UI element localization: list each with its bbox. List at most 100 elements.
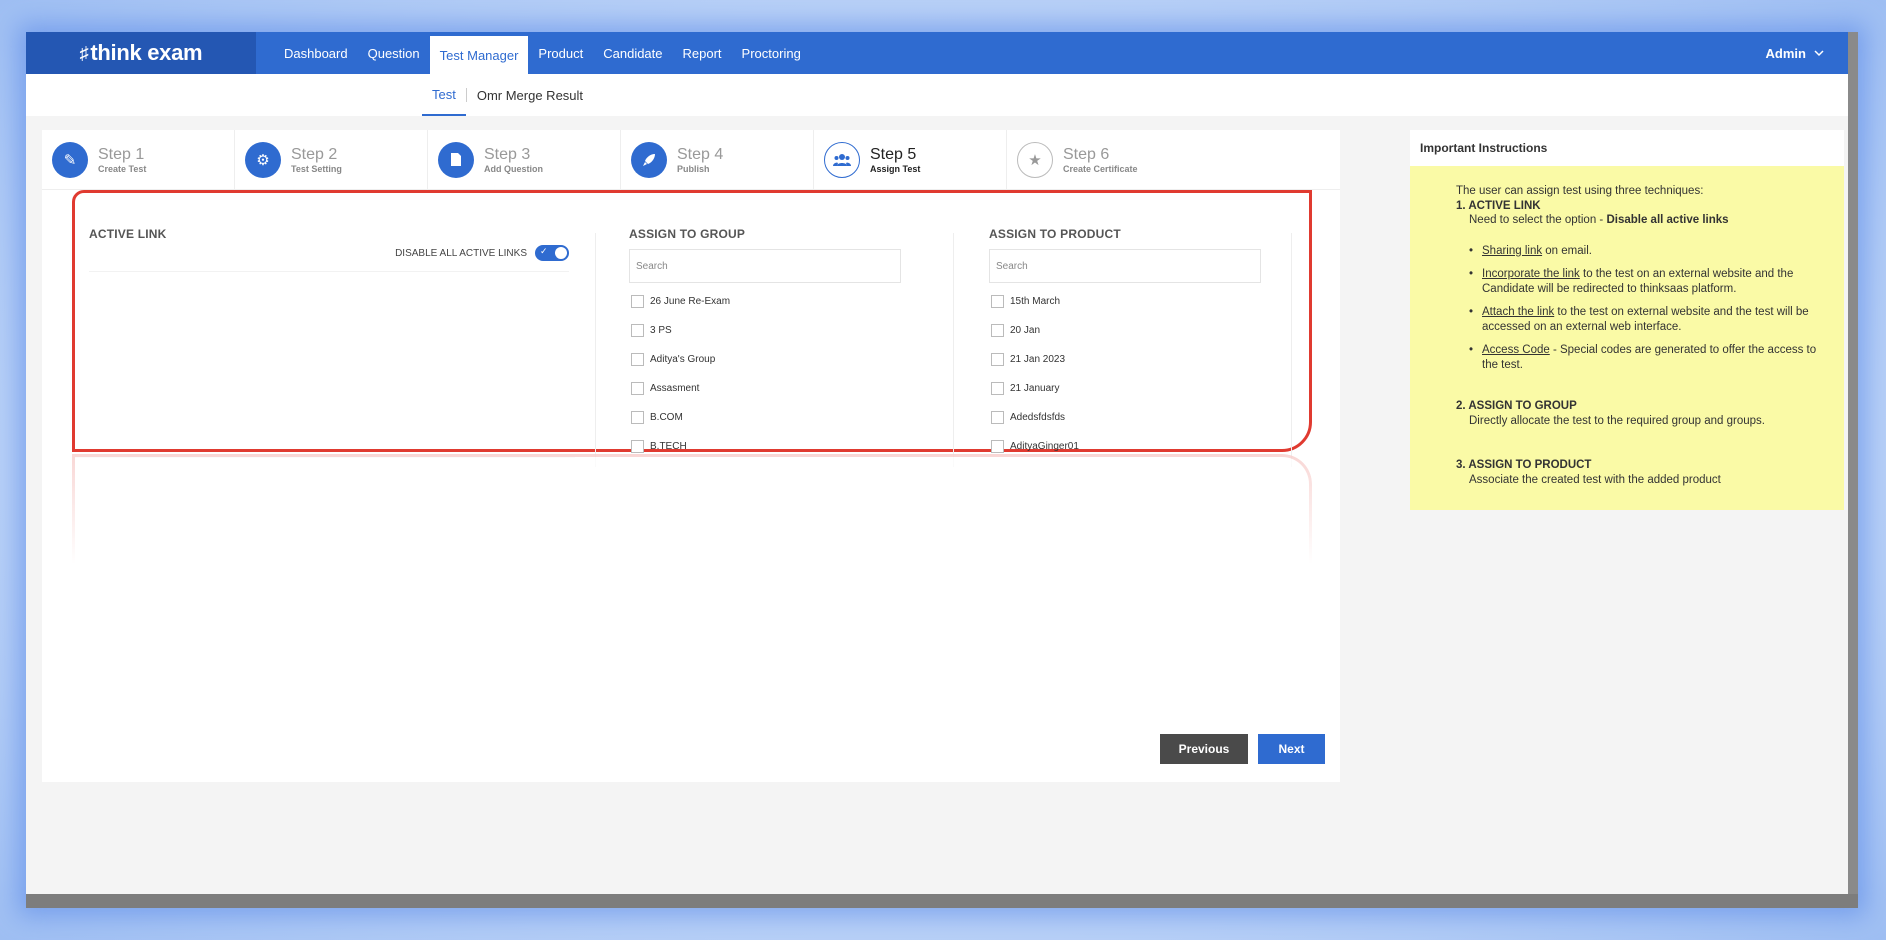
checkbox[interactable]	[631, 295, 644, 308]
list-item[interactable]: Assasment	[629, 374, 901, 403]
desc-bold: Disable all active links	[1606, 214, 1729, 226]
step-5[interactable]: Step 5 Assign Test	[814, 130, 1007, 189]
checkbox[interactable]	[991, 353, 1004, 366]
step-3[interactable]: Step 3 Add Question	[428, 130, 621, 189]
product-list: 15th March 20 Jan 21 Jan 2023 21 January…	[989, 287, 1261, 453]
section-divider	[89, 271, 569, 272]
list-item: • Attach the link to the test on external…	[1469, 305, 1824, 334]
logo-text: think exam	[90, 40, 203, 65]
checkbox[interactable]	[631, 353, 644, 366]
checkbox[interactable]	[991, 295, 1004, 308]
list-item[interactable]: AdityaGinger01	[989, 432, 1261, 453]
assign-options-panel: ACTIVE LINK DISABLE ALL ACTIVE LINKS ✓ A…	[72, 190, 1312, 467]
column-divider	[953, 233, 954, 467]
rocket-icon	[631, 141, 667, 178]
active-link-heading: ACTIVE LINK	[89, 227, 167, 241]
checkbox[interactable]	[991, 382, 1004, 395]
product-name: Adedsfdsfds	[1010, 412, 1066, 423]
step-subtitle: Assign Test	[870, 163, 921, 174]
step-title: Step 3	[484, 145, 531, 163]
step-subtitle: Test Setting	[291, 163, 342, 174]
section-desc: Need to select the option - Disable all …	[1456, 213, 1824, 228]
bullet-icon: •	[1469, 344, 1474, 356]
group-name: B.COM	[650, 412, 683, 423]
step-2[interactable]: ⚙ Step 2 Test Setting	[235, 130, 428, 189]
active-link-section: ACTIVE LINK DISABLE ALL ACTIVE LINKS ✓	[75, 227, 589, 467]
user-name: Admin	[1765, 45, 1806, 61]
check-icon: ✓	[540, 246, 548, 256]
nav-candidate[interactable]: Candidate	[593, 32, 672, 74]
list-item[interactable]: B.TECH	[629, 432, 901, 453]
subnav-test[interactable]: Test	[422, 74, 466, 116]
nav-dashboard[interactable]: Dashboard	[274, 32, 358, 74]
assign-product-section: ASSIGN TO PRODUCT Search 15th March 20 J…	[989, 227, 1261, 453]
checkbox[interactable]	[631, 411, 644, 424]
step-title: Step 5	[870, 145, 917, 163]
step-subtitle: Create Test	[98, 163, 147, 174]
list-item[interactable]: 26 June Re-Exam	[629, 287, 901, 316]
list-item[interactable]: 21 January	[989, 374, 1261, 403]
instructions-panel: Important Instructions The user can assi…	[1410, 130, 1844, 510]
bullet-icon: •	[1469, 244, 1474, 257]
step-title: Step 1	[98, 145, 145, 163]
step-1[interactable]: ✎ Step 1 Create Test	[42, 130, 235, 189]
previous-button[interactable]: Previous	[1160, 734, 1248, 764]
checkbox[interactable]	[631, 382, 644, 395]
list-item[interactable]: 3 PS	[629, 316, 901, 345]
step-4[interactable]: Step 4 Publish	[621, 130, 814, 189]
section-title: 2. ASSIGN TO GROUP	[1456, 400, 1577, 412]
nav-proctoring[interactable]: Proctoring	[732, 32, 811, 74]
list-item: • Access Code - Special codes are generat…	[1469, 343, 1824, 372]
instructions-title: Important Instructions	[1420, 141, 1548, 155]
list-item[interactable]: B.COM	[629, 403, 901, 432]
subnav-omr-merge-result[interactable]: Omr Merge Result	[467, 74, 593, 116]
user-menu[interactable]: Admin	[1766, 46, 1824, 61]
bullet-text: on email.	[1542, 244, 1592, 257]
pencil-icon: ✎	[52, 141, 88, 178]
logo-icon: ♯	[79, 42, 89, 63]
window-edge	[1848, 32, 1858, 908]
group-name: B.TECH	[650, 441, 687, 452]
list-item[interactable]: 20 Jan	[989, 316, 1261, 345]
checkbox[interactable]	[631, 324, 644, 337]
step-subtitle: Add Question	[484, 163, 543, 174]
nav-test-manager[interactable]: Test Manager	[429, 36, 529, 74]
nav-report[interactable]: Report	[673, 32, 732, 74]
group-list: 26 June Re-Exam 3 PS Aditya's Group Assa…	[629, 287, 901, 453]
column-divider	[595, 233, 596, 467]
instructions-body: The user can assign test using three tec…	[1410, 166, 1844, 510]
list-item[interactable]: 21 Jan 2023	[989, 345, 1261, 374]
document-icon	[438, 141, 474, 178]
product-search-input[interactable]: Search	[989, 249, 1261, 283]
product-name: 21 January	[1010, 383, 1060, 394]
product-name: 15th March	[1010, 296, 1061, 307]
checkbox[interactable]	[991, 411, 1004, 424]
nav-product[interactable]: Product	[528, 32, 593, 74]
product-name: 20 Jan	[1010, 325, 1041, 336]
bullet-link: Sharing link	[1482, 244, 1543, 257]
column-divider	[1291, 233, 1292, 467]
logo[interactable]: ♯ think exam	[26, 32, 256, 74]
bullet-icon: •	[1469, 268, 1474, 280]
checkbox[interactable]	[631, 440, 644, 453]
section-title: 3. ASSIGN TO PRODUCT	[1456, 459, 1592, 471]
group-search-input[interactable]: Search	[629, 249, 901, 283]
next-button[interactable]: Next	[1258, 734, 1325, 764]
disable-active-links-toggle[interactable]: ✓	[535, 245, 569, 261]
bullet-link: Access Code	[1482, 344, 1550, 356]
list-item[interactable]: Adedsfdsfds	[989, 403, 1261, 432]
section-title: 1. ACTIVE LINK	[1456, 199, 1541, 212]
nav-question[interactable]: Question	[358, 32, 430, 74]
checkbox[interactable]	[991, 324, 1004, 337]
bullet-icon: •	[1469, 306, 1474, 318]
assign-group-heading: ASSIGN TO GROUP	[629, 227, 746, 241]
section-desc: Associate the created test with the adde…	[1469, 473, 1721, 486]
step-6[interactable]: ★ Step 6 Create Certificate	[1007, 130, 1200, 189]
list-item[interactable]: 15th March	[989, 287, 1261, 316]
gear-icon: ⚙	[245, 141, 281, 178]
checkbox[interactable]	[991, 440, 1004, 453]
product-name: AdityaGinger01	[1010, 441, 1079, 452]
stepper: ✎ Step 1 Create Test ⚙ Step 2 Test Setting…	[42, 130, 1340, 190]
list-item[interactable]: Aditya's Group	[629, 345, 901, 374]
